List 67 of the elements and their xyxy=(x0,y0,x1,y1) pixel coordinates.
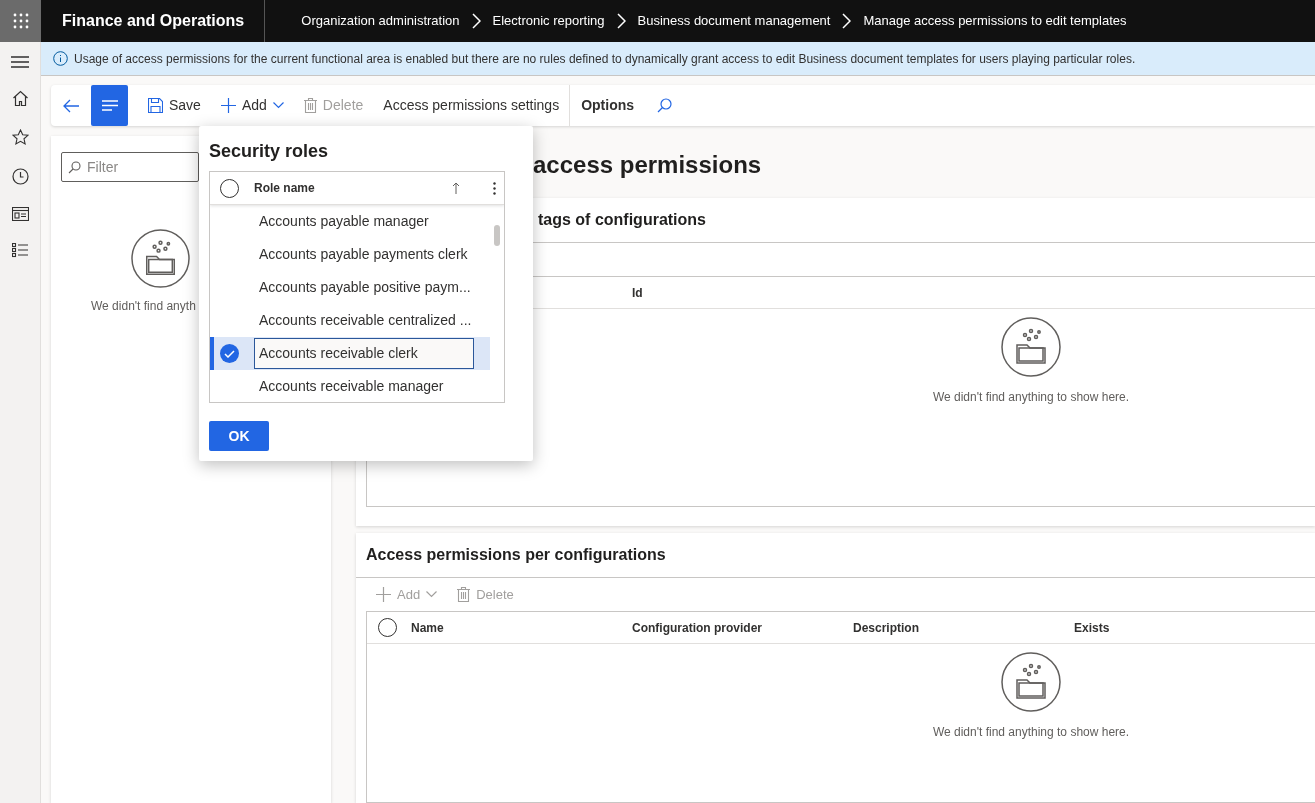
role-row[interactable]: Accounts receivable centralized ... xyxy=(210,304,490,337)
waffle-icon xyxy=(12,13,29,29)
info-message: Usage of access permissions for the current functional area is enabled but there are no rules defined to dynamically grant access to edit Business document templates for users playing particular roles. xyxy=(74,50,1136,68)
column-header[interactable]: Id xyxy=(632,283,853,302)
filter-field[interactable]: Filter xyxy=(61,152,199,182)
back-arrow-icon xyxy=(63,98,79,113)
chevron-right-icon xyxy=(471,13,481,29)
add-button[interactable]: Add xyxy=(210,85,294,126)
select-all-checkbox[interactable] xyxy=(378,618,397,637)
role-row[interactable]: Accounts receivable manager xyxy=(210,370,490,402)
section-title[interactable]: Access permissions per configurations xyxy=(366,543,666,567)
role-row[interactable]: Accounts receivable clerk xyxy=(210,337,490,370)
info-icon xyxy=(53,51,68,66)
scrollbar-thumb[interactable] xyxy=(494,225,500,246)
select-all-checkbox[interactable] xyxy=(220,178,239,198)
role-row[interactable]: Accounts payable payments clerk xyxy=(210,238,490,271)
save-icon xyxy=(148,98,163,113)
breadcrumb-link[interactable]: Electronic reporting xyxy=(492,11,605,31)
role-name: Accounts payable positive paym... xyxy=(258,278,472,297)
chevron-right-icon xyxy=(616,13,626,29)
plus-icon xyxy=(376,587,391,602)
role-name: Accounts receivable manager xyxy=(258,377,445,396)
breadcrumb-link[interactable]: Business document management xyxy=(637,11,831,31)
lines-icon xyxy=(101,100,118,111)
trash-icon xyxy=(303,98,317,113)
empty-folder-icon xyxy=(1001,652,1061,712)
plus-icon xyxy=(220,98,236,113)
breadcrumb-link[interactable]: Organization administration xyxy=(301,11,460,31)
breadcrumb-link[interactable]: Manage access permissions to edit templates xyxy=(863,11,1127,31)
page-title: access permissions xyxy=(533,150,762,180)
caret-icon xyxy=(426,591,438,598)
search-icon xyxy=(68,161,81,174)
show-list-button[interactable] xyxy=(91,85,128,126)
column-header[interactable]: Exists xyxy=(1074,618,1295,637)
workspace-icon[interactable] xyxy=(11,207,29,221)
list-icon[interactable] xyxy=(11,243,29,258)
settings-button[interactable]: Access permissions settings xyxy=(373,85,570,126)
more-options-icon[interactable] xyxy=(493,181,496,195)
trash-icon xyxy=(457,587,471,602)
role-row[interactable]: Accounts payable positive paym... xyxy=(210,271,490,304)
home-icon[interactable] xyxy=(11,90,29,107)
save-button[interactable]: Save xyxy=(138,85,211,126)
caret-icon xyxy=(272,102,284,109)
role-name: Accounts receivable clerk xyxy=(254,338,474,369)
role-name: Accounts payable payments clerk xyxy=(258,245,469,264)
star-icon[interactable] xyxy=(11,129,29,146)
ok-button[interactable]: OK xyxy=(209,421,269,451)
column-header[interactable]: Role name xyxy=(254,179,315,197)
column-header[interactable]: Description xyxy=(853,618,1074,637)
column-header[interactable]: Name xyxy=(411,618,632,637)
section-title[interactable]: tags of configurations xyxy=(538,208,706,232)
options-tab[interactable]: Options xyxy=(569,85,646,126)
empty-message: We didn't find anything to show here. xyxy=(932,724,1130,741)
sort-ascending-icon[interactable] xyxy=(452,182,460,194)
empty-folder-icon xyxy=(1001,317,1061,377)
empty-folder-icon xyxy=(131,229,190,288)
role-row[interactable]: Accounts payable manager xyxy=(210,205,490,238)
chevron-right-icon xyxy=(842,13,852,29)
app-launcher-button[interactable] xyxy=(0,0,41,42)
search-icon[interactable] xyxy=(657,98,673,113)
role-name: Accounts payable manager xyxy=(258,212,430,231)
role-name: Accounts receivable centralized ... xyxy=(258,311,473,330)
menu-icon[interactable] xyxy=(11,56,29,68)
dialog-title: Security roles xyxy=(209,140,330,161)
empty-message: We didn't find anything to show here. xyxy=(932,389,1130,406)
column-header[interactable]: Configuration provider xyxy=(632,618,853,637)
clock-icon[interactable] xyxy=(11,168,29,185)
